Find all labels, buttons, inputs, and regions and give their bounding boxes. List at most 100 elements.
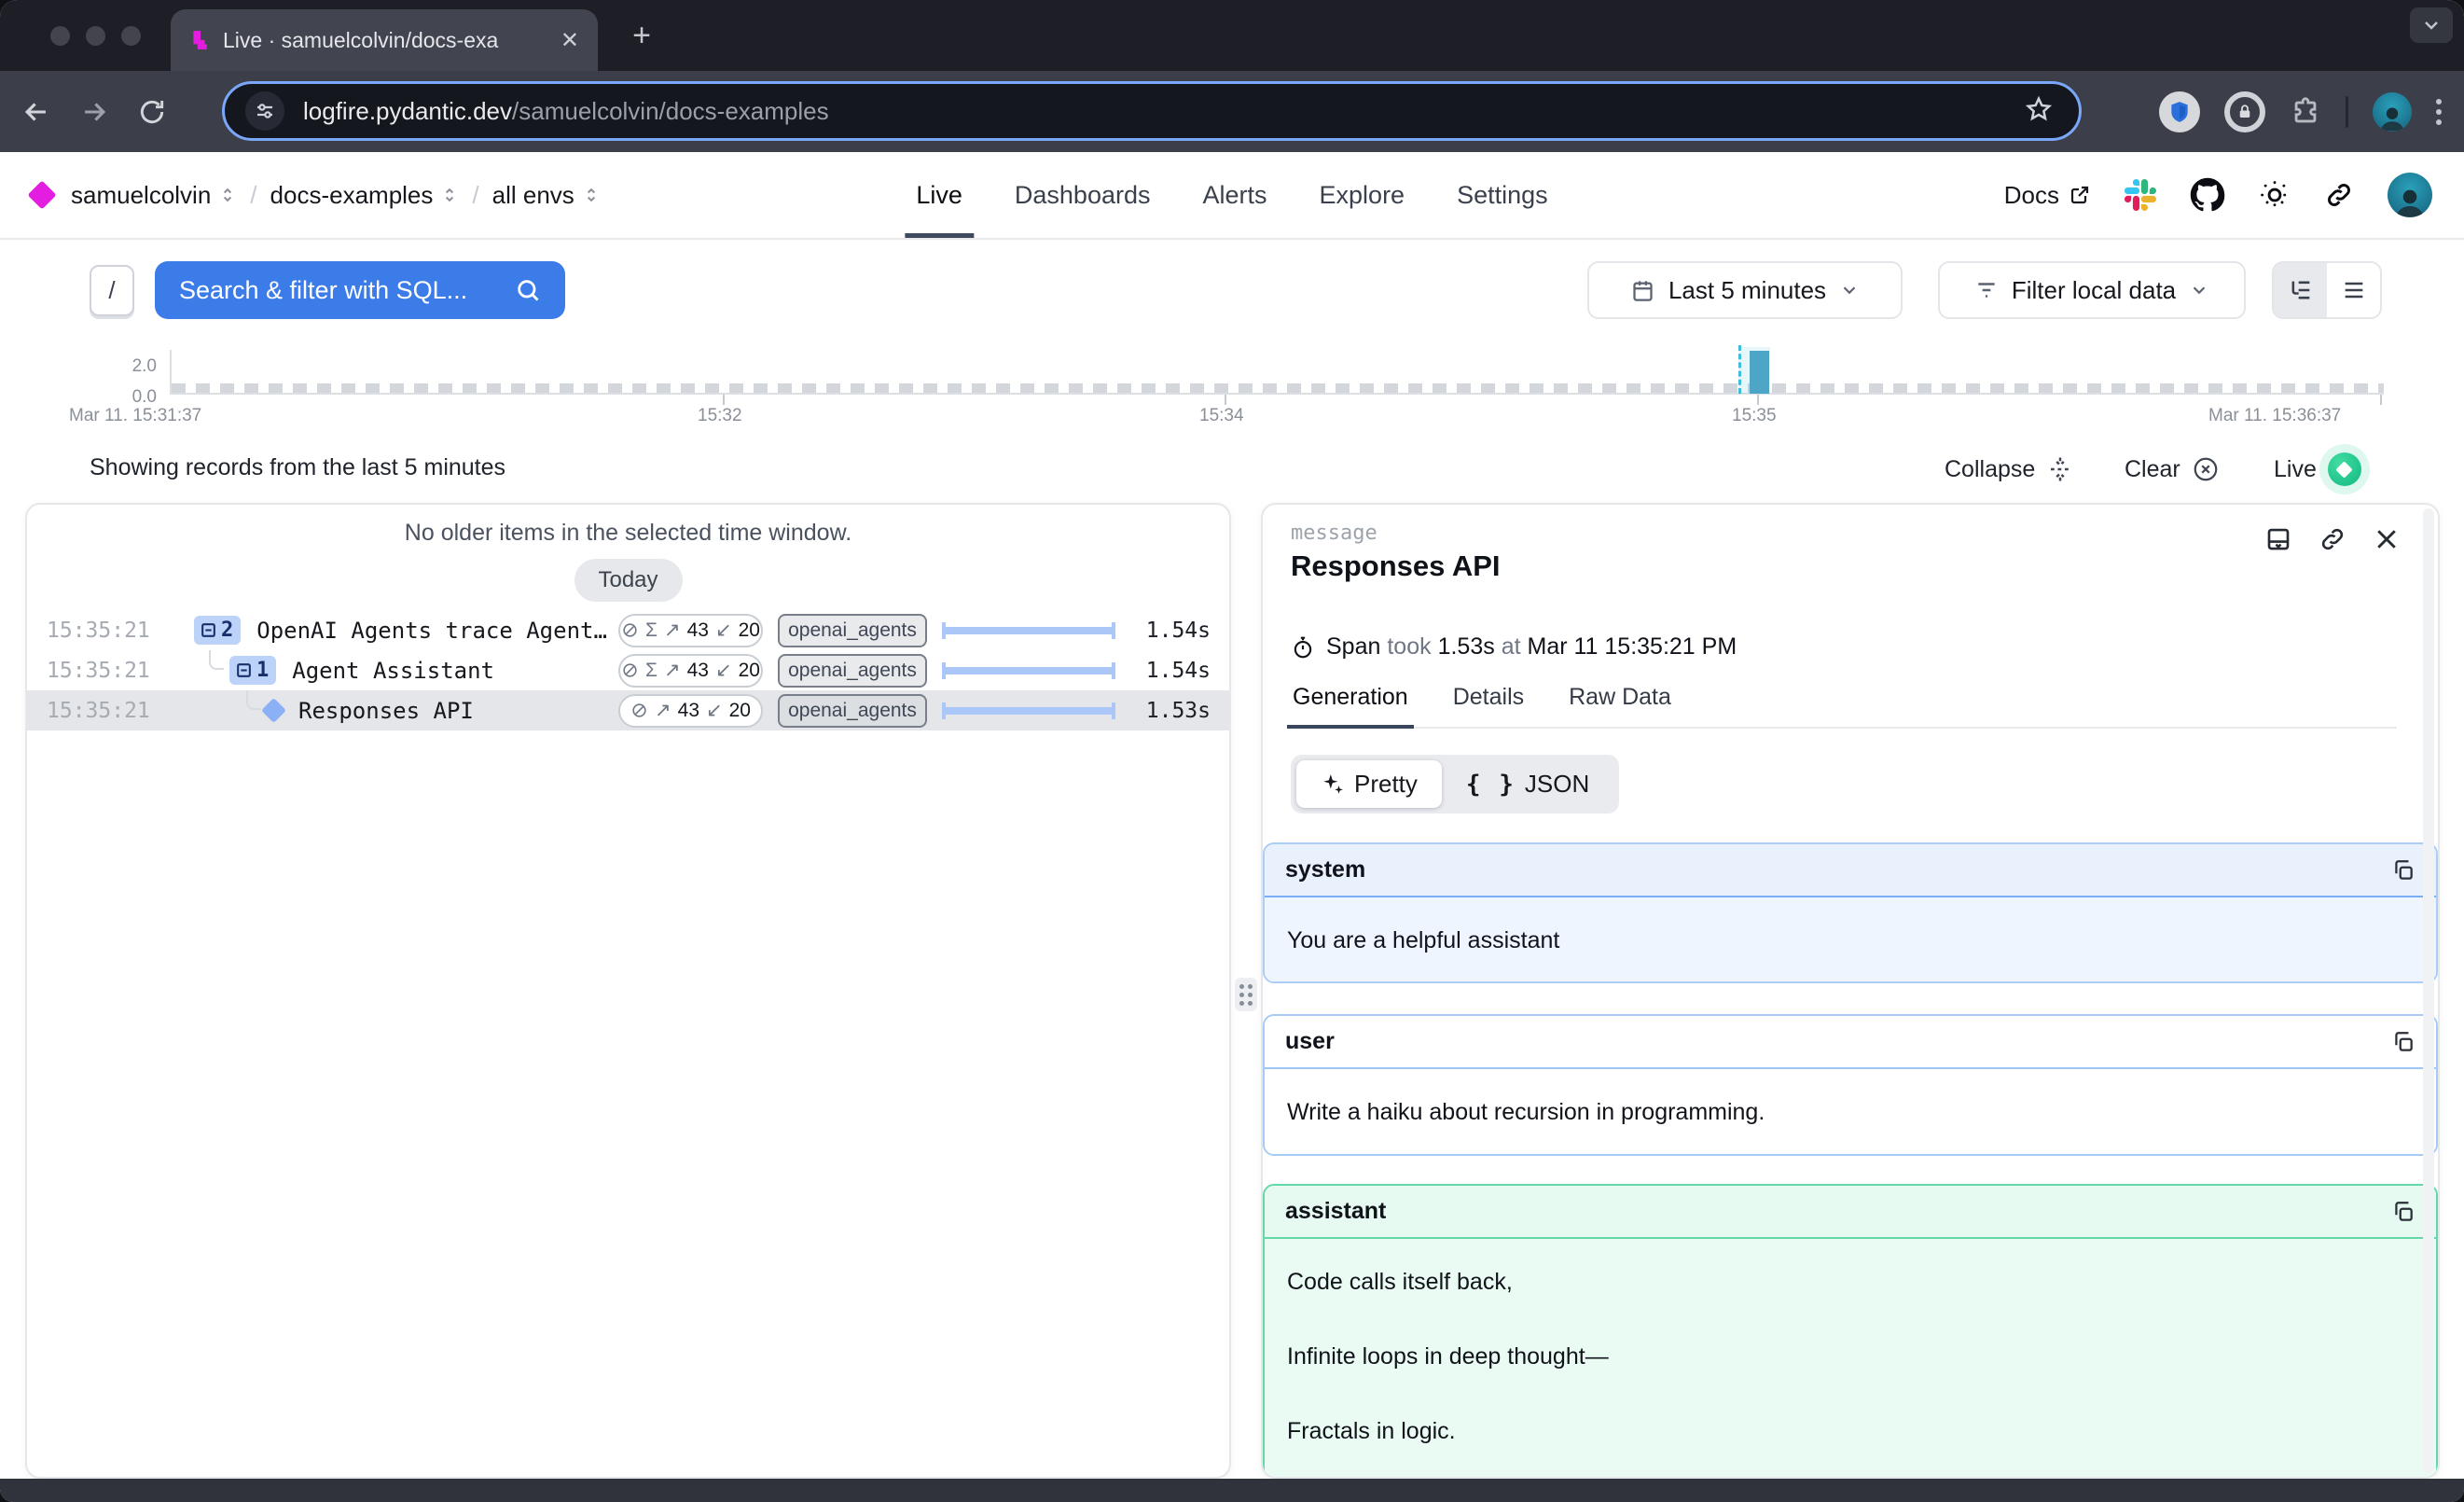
token-usage-badge[interactable]: Σ ↗43 ↙20 bbox=[618, 654, 763, 688]
scope-tag[interactable]: openai_agents bbox=[778, 694, 927, 728]
light-mode-sun-icon[interactable] bbox=[2259, 179, 2291, 211]
copy-icon[interactable] bbox=[2391, 1030, 2416, 1054]
live-toggle[interactable]: Live bbox=[2274, 449, 2361, 490]
select-chevrons-icon bbox=[440, 186, 459, 204]
user-avatar[interactable] bbox=[2388, 173, 2432, 217]
browser-menu-button[interactable] bbox=[2436, 99, 2442, 125]
tab-explore[interactable]: Explore bbox=[1320, 152, 1405, 238]
token-out-arrow-icon: ↙ bbox=[706, 699, 723, 722]
haiku-line: Infinite loops in deep thought— bbox=[1287, 1340, 2414, 1373]
today-button[interactable]: Today bbox=[574, 559, 682, 602]
window-controls[interactable] bbox=[50, 26, 141, 46]
tab-alerts[interactable]: Alerts bbox=[1202, 152, 1267, 238]
password-extension-icon[interactable] bbox=[2224, 91, 2265, 132]
reload-button[interactable] bbox=[131, 90, 173, 133]
json-toggle[interactable]: { } JSON bbox=[1442, 760, 1613, 808]
zoom-window-button[interactable] bbox=[121, 26, 141, 46]
list-view-toggle[interactable] bbox=[2327, 263, 2380, 317]
new-tab-button[interactable]: + bbox=[623, 17, 660, 54]
browser-tab[interactable]: Live · samuelcolvin/docs-exa ✕ bbox=[171, 9, 598, 71]
search-sql-button[interactable]: Search & filter with SQL... bbox=[155, 261, 565, 319]
x-tick bbox=[723, 395, 725, 405]
haiku-line: Fractals in logic. bbox=[1287, 1414, 2414, 1448]
tab-dashboards[interactable]: Dashboards bbox=[1015, 152, 1151, 238]
span-name: Agent Assistant bbox=[292, 658, 494, 684]
logfire-logo-icon[interactable] bbox=[27, 180, 56, 209]
scope-tag[interactable]: openai_agents bbox=[778, 654, 927, 688]
tree-view-toggle[interactable] bbox=[2274, 263, 2327, 317]
forward-button[interactable] bbox=[73, 90, 116, 133]
tree-connector bbox=[246, 690, 261, 710]
toolbar-separator bbox=[2346, 96, 2348, 128]
chevron-down-icon bbox=[2189, 280, 2209, 300]
panel-resize-handle[interactable] bbox=[1235, 978, 1257, 1011]
extensions-puzzle-icon[interactable] bbox=[2290, 96, 2321, 128]
trace-row[interactable]: 15:35:21 1 Agent Assistant Σ ↗43 ↙20 bbox=[27, 650, 1229, 690]
filter-bar: / Search & filter with SQL... Last 5 min… bbox=[0, 259, 2464, 322]
coin-icon bbox=[621, 621, 639, 639]
empty-notice: No older items in the selected time wind… bbox=[27, 520, 1229, 547]
live-indicator-icon bbox=[2328, 452, 2361, 486]
url-bar[interactable]: logfire.pydantic.dev/samuelcolvin/docs-e… bbox=[222, 81, 2082, 141]
y-tick-label: 0.0 bbox=[101, 387, 157, 408]
duration-bar bbox=[942, 702, 1115, 719]
tab-search-button[interactable] bbox=[2410, 7, 2453, 43]
bitwarden-extension-icon[interactable] bbox=[2159, 91, 2200, 132]
search-icon bbox=[515, 277, 541, 303]
collapse-button[interactable]: Collapse bbox=[1945, 449, 2074, 490]
window-bottom-edge bbox=[0, 1479, 2464, 1502]
logfire-app: samuelcolvin / docs-examples / all envs … bbox=[0, 152, 2464, 1479]
browser-profile-avatar[interactable] bbox=[2373, 92, 2412, 132]
docs-link[interactable]: Docs bbox=[2004, 181, 2091, 210]
token-in-arrow-icon: ↗ bbox=[664, 659, 681, 682]
role-label: assistant bbox=[1285, 1198, 1386, 1225]
select-chevrons-icon bbox=[218, 186, 237, 204]
token-usage-badge[interactable]: ↗43 ↙20 bbox=[618, 694, 763, 728]
clear-button[interactable]: Clear bbox=[2125, 449, 2220, 490]
tab-raw-data[interactable]: Raw Data bbox=[1567, 678, 1673, 727]
pretty-toggle[interactable]: Pretty bbox=[1296, 760, 1442, 808]
token-usage-badge[interactable]: Σ ↗43 ↙20 bbox=[618, 614, 763, 647]
github-icon[interactable] bbox=[2190, 177, 2225, 213]
chevron-down-icon bbox=[2420, 14, 2443, 36]
breadcrumb-project[interactable]: docs-examples bbox=[270, 181, 460, 210]
arrow-left-icon bbox=[21, 96, 52, 128]
copy-icon[interactable] bbox=[2391, 858, 2416, 883]
tab-generation[interactable]: Generation bbox=[1291, 678, 1410, 727]
trace-row[interactable]: 15:35:21 2 OpenAI Agents trace Agent… Σ … bbox=[27, 610, 1229, 650]
browser-window: Live · samuelcolvin/docs-exa ✕ + logfire… bbox=[0, 0, 2464, 1502]
detail-scrollbar[interactable] bbox=[2423, 508, 2434, 1473]
tab-live[interactable]: Live bbox=[916, 152, 962, 238]
x-axis-line bbox=[172, 393, 2384, 395]
record-count-bar[interactable] bbox=[1750, 351, 1769, 394]
breadcrumb-org[interactable]: samuelcolvin bbox=[71, 181, 237, 210]
token-in-arrow-icon: ↗ bbox=[655, 699, 671, 722]
copy-icon[interactable] bbox=[2391, 1200, 2416, 1224]
back-button[interactable] bbox=[15, 90, 58, 133]
tab-settings[interactable]: Settings bbox=[1457, 152, 1548, 238]
bookmark-star-icon[interactable] bbox=[2025, 95, 2053, 128]
trace-row-selected[interactable]: 15:35:21 Responses API ↗43 ↙20 openai_ag… bbox=[27, 690, 1229, 730]
message-content: Code calls itself back, Infinite loops i… bbox=[1265, 1239, 2436, 1479]
scope-tag[interactable]: openai_agents bbox=[778, 614, 927, 647]
filter-local-data-dropdown[interactable]: Filter local data bbox=[1938, 261, 2246, 319]
tree-connector bbox=[209, 650, 224, 670]
collapse-children-badge[interactable]: 2 bbox=[194, 616, 241, 645]
site-settings-button[interactable] bbox=[245, 91, 284, 131]
url-text[interactable]: logfire.pydantic.dev/samuelcolvin/docs-e… bbox=[303, 97, 2025, 126]
share-link-icon[interactable] bbox=[2324, 180, 2354, 210]
close-window-button[interactable] bbox=[50, 26, 70, 46]
slack-icon[interactable] bbox=[2125, 179, 2156, 211]
slash-shortcut-key[interactable]: / bbox=[90, 265, 134, 316]
coin-icon bbox=[621, 661, 639, 679]
breadcrumb: samuelcolvin / docs-examples / all envs bbox=[32, 152, 601, 238]
tab-details[interactable]: Details bbox=[1451, 678, 1526, 727]
collapse-children-badge[interactable]: 1 bbox=[229, 656, 276, 685]
tab-close-button[interactable]: ✕ bbox=[561, 27, 579, 54]
view-mode-toggle bbox=[2272, 261, 2382, 319]
time-range-dropdown[interactable]: Last 5 minutes bbox=[1587, 261, 1903, 319]
minimize-window-button[interactable] bbox=[86, 26, 105, 46]
records-bar: Showing records from the last 5 minutes … bbox=[0, 449, 2464, 490]
breadcrumb-env[interactable]: all envs bbox=[492, 181, 601, 210]
filter-lines-icon bbox=[1974, 278, 1999, 302]
